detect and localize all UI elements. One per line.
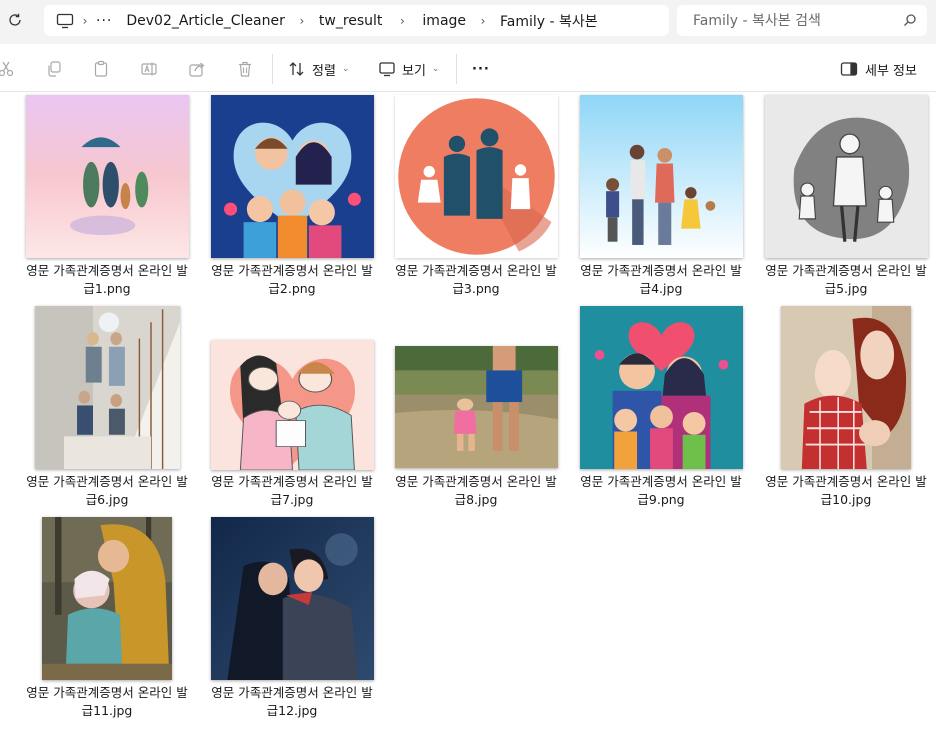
- details-label: 세부 정보: [865, 63, 917, 79]
- search-input[interactable]: [693, 12, 893, 29]
- refresh-icon: [9, 13, 21, 26]
- breadcrumb-item[interactable]: tw_result: [319, 13, 383, 29]
- delete-button[interactable]: [234, 58, 256, 80]
- file-name-line: 영문 가족관계증명서 온라인 발: [26, 685, 188, 700]
- file-name-line: 급7.jpg: [270, 492, 314, 507]
- details-pane-button[interactable]: 세부 정보: [840, 55, 917, 83]
- family-silhouette-circle-thumbnail: [394, 94, 558, 258]
- file-name-line: 영문 가족관계증명서 온라인 발: [211, 263, 373, 278]
- paste-button[interactable]: [90, 58, 112, 80]
- chevron-right-icon[interactable]: ›: [466, 14, 500, 28]
- file-name-line: 영문 가족관계증명서 온라인 발: [395, 263, 557, 278]
- file-name-line: 영문 가족관계증명서 온라인 발: [211, 474, 373, 489]
- file-name-line: 영문 가족관계증명서 온라인 발: [765, 263, 927, 278]
- file-name-line: 급11.jpg: [81, 703, 133, 718]
- file-name-line: 급12.jpg: [266, 703, 318, 718]
- file-name-line: 영문 가족관계증명서 온라인 발: [211, 685, 373, 700]
- search-icon: [904, 14, 916, 26]
- breadcrumb-overflow[interactable]: ···: [96, 13, 112, 29]
- cartoon-family-heart-thumbnail: [210, 94, 374, 258]
- chevron-down-icon: ⌄: [431, 64, 440, 74]
- file-name-line: 급4.jpg: [639, 281, 683, 296]
- sort-arrows-icon: [289, 62, 304, 76]
- file-name-line: 영문 가족관계증명서 온라인 발: [580, 263, 742, 278]
- chevron-right-icon[interactable]: ›: [285, 14, 319, 28]
- toolbar-divider: [272, 54, 273, 84]
- file-name-line: 영문 가족관계증명서 온라인 발: [26, 263, 188, 278]
- mother-baby-photo-thumbnail: [781, 305, 911, 469]
- sort-button[interactable]: 정렬 ⌄: [288, 55, 349, 83]
- file-name-line: 영문 가족관계증명서 온라인 발: [765, 474, 927, 489]
- chevron-down-icon: ⌄: [341, 64, 350, 74]
- copy-icon: [48, 61, 61, 77]
- sketch-mother-children-thumbnail: [764, 94, 928, 258]
- chevron-right-icon[interactable]: ›: [74, 14, 96, 28]
- file-name-line: 급10.jpg: [820, 492, 872, 507]
- monitor-icon: [379, 62, 395, 77]
- file-name-line: 영문 가족관계증명서 온라인 발: [580, 474, 742, 489]
- mother-child-kiss-photo-thumbnail: [42, 516, 172, 680]
- toolbar-divider: [456, 54, 457, 84]
- file-name-line: 영문 가족관계증명서 온라인 발: [395, 474, 557, 489]
- file-name-line: 급9.png: [637, 492, 685, 507]
- address-box[interactable]: › ··· Dev02_Article_Cleaner › tw_result …: [44, 5, 669, 36]
- sort-label: 정렬: [312, 63, 336, 79]
- cut-button[interactable]: [0, 58, 18, 80]
- more-options-button[interactable]: ···: [472, 55, 490, 83]
- this-pc-crumb[interactable]: [56, 5, 74, 36]
- file-name-line: 급2.png: [268, 281, 316, 296]
- file-name-line: 급1.png: [83, 281, 131, 296]
- rename-button[interactable]: [138, 58, 160, 80]
- file-name-line: 급3.png: [452, 281, 500, 296]
- view-button[interactable]: 보기 ⌄: [378, 55, 439, 83]
- view-label: 보기: [402, 63, 426, 79]
- child-kiss-night-photo-thumbnail: [210, 516, 374, 680]
- clipboard-icon: [94, 60, 108, 77]
- breadcrumb-item[interactable]: Dev02_Article_Cleaner: [126, 13, 285, 29]
- share-icon: [189, 62, 205, 77]
- beach-father-child-photo-thumbnail: [394, 346, 558, 468]
- chevron-right-icon[interactable]: ›: [382, 14, 422, 28]
- breadcrumb-item[interactable]: image: [422, 13, 466, 29]
- address-bar-row: › ··· Dev02_Article_Cleaner › tw_result …: [0, 0, 936, 44]
- search-box[interactable]: [677, 5, 927, 36]
- file-name-line: 급8.jpg: [454, 492, 498, 507]
- drawn-parents-baby-thumbnail: [210, 340, 374, 470]
- file-name-line: 급5.jpg: [824, 281, 868, 296]
- command-bar: 정렬 ⌄ 보기 ⌄ ··· 세부 정보: [0, 45, 936, 92]
- monitor-icon: [56, 13, 74, 28]
- cartoon-family-standing-thumbnail: [579, 94, 743, 258]
- family-staircase-photo-thumbnail: [34, 305, 180, 469]
- trash-icon: [239, 61, 251, 77]
- breadcrumb-item-current[interactable]: Family - 복사본: [500, 11, 598, 31]
- scissors-icon: [0, 61, 14, 77]
- file-name-line: 영문 가족관계증명서 온라인 발: [26, 474, 188, 489]
- details-pane-icon: [840, 62, 858, 76]
- family-umbrella-thumbnail: [25, 94, 189, 258]
- more-dots-icon: ···: [472, 61, 490, 77]
- rename-icon: [141, 62, 157, 76]
- file-name-line: 급6.jpg: [85, 492, 129, 507]
- cartoon-family-teal-thumbnail: [579, 305, 743, 469]
- share-button[interactable]: [186, 58, 208, 80]
- refresh-button[interactable]: [4, 9, 26, 31]
- copy-button[interactable]: [43, 58, 65, 80]
